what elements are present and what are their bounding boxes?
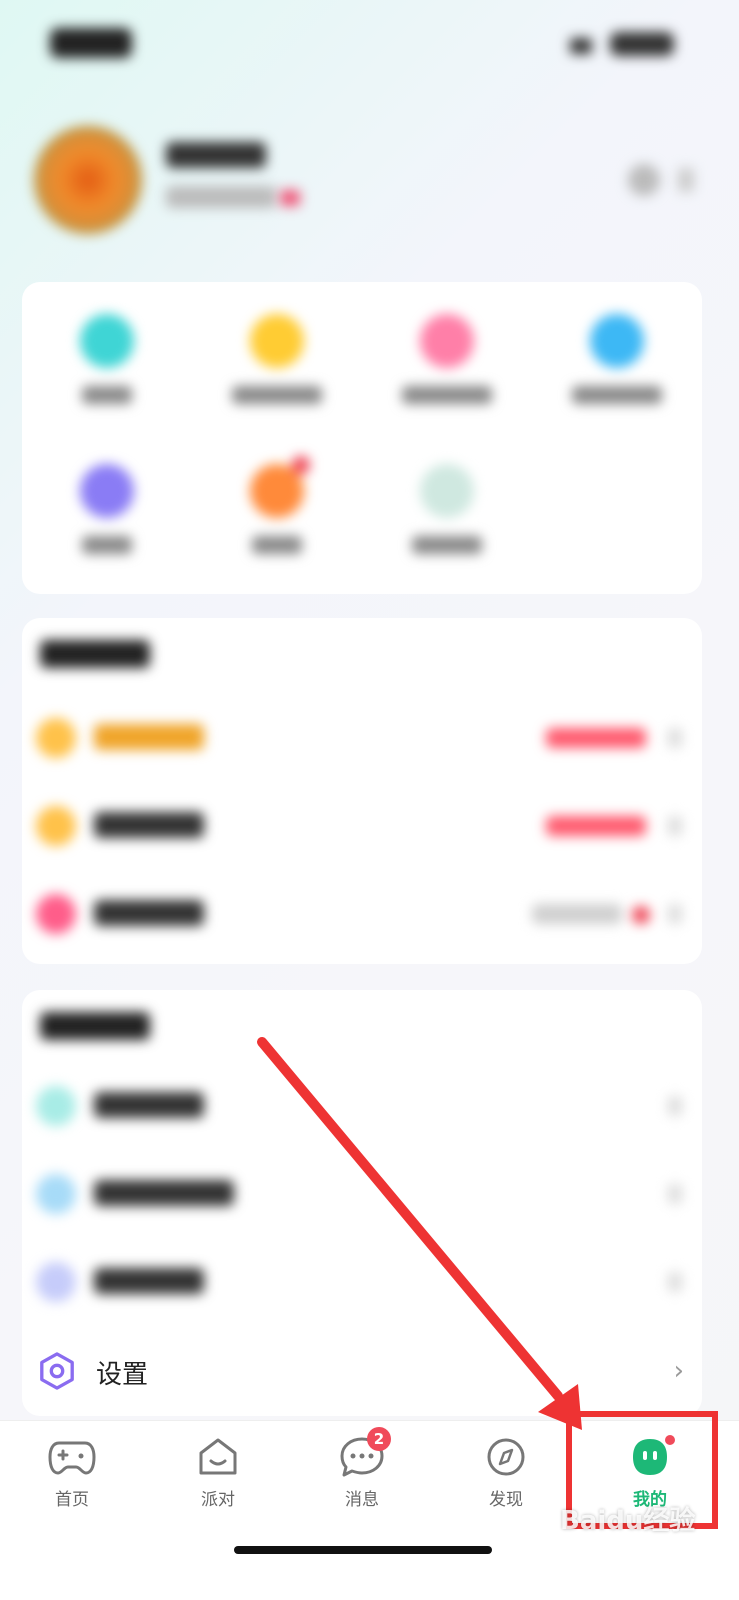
section-title (40, 640, 150, 668)
chevron-right-icon (668, 816, 682, 836)
settings-gear-icon (40, 1352, 74, 1390)
chevron-right-icon (668, 1096, 682, 1116)
row-label (94, 1180, 234, 1206)
watermark: Baidu经验 (560, 1506, 696, 1536)
row-icon (36, 1262, 76, 1302)
chevron-right-icon[interactable] (678, 168, 694, 192)
feature-icon (80, 314, 134, 368)
feature-grid (22, 282, 702, 594)
row-label (94, 1092, 204, 1118)
tab-label: 首页 (55, 1490, 89, 1510)
compass-icon (487, 1438, 525, 1476)
chevron-right-icon (668, 728, 682, 748)
row-icon (36, 718, 76, 758)
tab-label: 发现 (489, 1490, 523, 1510)
feature-label (572, 386, 662, 404)
list-item[interactable] (22, 1150, 702, 1238)
list-item[interactable] (22, 1238, 702, 1326)
feature-label (232, 386, 322, 404)
user-subtitle (166, 186, 276, 208)
status-icons (570, 30, 700, 58)
feature-icon (420, 464, 474, 518)
tab-party[interactable]: 派对 (168, 1435, 268, 1535)
profile-action-icon[interactable] (628, 164, 660, 196)
feature-item[interactable] (362, 442, 532, 572)
section-card (22, 618, 702, 964)
settings-label: 设置 (96, 1360, 149, 1390)
avatar[interactable] (34, 126, 142, 234)
message-count-badge: 2 (367, 1427, 391, 1451)
row-label (94, 724, 204, 750)
list-item[interactable] (22, 694, 702, 782)
feature-label (402, 386, 492, 404)
chevron-right-icon (668, 904, 682, 924)
chevron-right-icon (668, 1184, 682, 1204)
username (166, 142, 266, 168)
row-icon (36, 1086, 76, 1126)
row-label (94, 812, 204, 838)
row-tag (546, 728, 646, 748)
feature-icon (80, 464, 134, 518)
feature-icon (250, 314, 304, 368)
feature-label (82, 536, 132, 554)
tab-label: 派对 (201, 1490, 235, 1510)
feature-item[interactable] (532, 292, 702, 422)
battery-icon (610, 32, 674, 56)
signal-icon (570, 38, 592, 54)
feature-label (252, 536, 302, 554)
tab-messages[interactable]: 2 消息 (312, 1427, 412, 1535)
row-icon (36, 806, 76, 846)
feature-label (412, 536, 482, 554)
notification-dot (292, 456, 310, 474)
row-icon (36, 894, 76, 934)
list-item[interactable] (22, 870, 702, 958)
feature-item[interactable] (22, 292, 192, 422)
gamepad-icon (48, 1441, 96, 1475)
watermark-subtext: jingyan.baidu.com (582, 1538, 702, 1553)
feature-icon (590, 314, 644, 368)
row-label (94, 900, 204, 926)
section-title (40, 1012, 150, 1040)
feature-item[interactable] (192, 292, 362, 422)
home-indicator[interactable] (234, 1546, 492, 1554)
feature-item[interactable] (192, 442, 362, 572)
list-item[interactable] (22, 1062, 702, 1150)
feature-item[interactable] (22, 442, 192, 572)
user-tag-icon (280, 190, 300, 206)
tab-home[interactable]: 首页 (22, 1435, 122, 1535)
notification-dot (632, 906, 650, 924)
row-label (94, 1268, 204, 1294)
row-tag (546, 816, 646, 836)
settings-row[interactable]: 设置 › (22, 1328, 702, 1416)
tab-label: 消息 (345, 1490, 379, 1510)
row-icon (36, 1174, 76, 1214)
tab-discover[interactable]: 发现 (456, 1435, 556, 1535)
feature-item[interactable] (362, 292, 532, 422)
status-time (50, 28, 132, 58)
row-tag (532, 904, 622, 924)
chevron-right-icon: › (673, 1356, 684, 1386)
feature-icon (420, 314, 474, 368)
feature-label (82, 386, 132, 404)
list-item[interactable] (22, 782, 702, 870)
chevron-right-icon (668, 1272, 682, 1292)
status-bar (0, 0, 739, 100)
house-smile-icon (199, 1438, 237, 1475)
